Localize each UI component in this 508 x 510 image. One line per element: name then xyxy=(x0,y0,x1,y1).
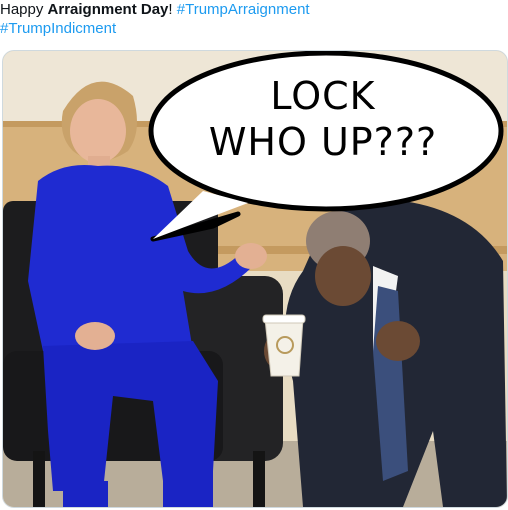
tweet-bold-text: Arraignment Day xyxy=(47,1,169,18)
tweet-prefix: Happy xyxy=(0,1,48,18)
tweet-media-image[interactable]: LOCK WHO UP??? xyxy=(2,50,508,508)
bubble-text-line-1: LOCK xyxy=(270,74,375,118)
tweet-suffix: ! xyxy=(168,1,177,18)
meme-illustration: LOCK WHO UP??? xyxy=(3,51,507,507)
tweet-line-1: Happy Arraignment Day! #TrumpArraignment xyxy=(0,0,508,19)
hashtag-trump-arraignment[interactable]: #TrumpArraignment xyxy=(177,1,310,18)
tweet-text: Happy Arraignment Day! #TrumpArraignment… xyxy=(0,0,508,38)
hashtag-trump-indicment[interactable]: #TrumpIndicment xyxy=(0,19,508,38)
bubble-text-line-2: WHO UP??? xyxy=(209,120,437,164)
